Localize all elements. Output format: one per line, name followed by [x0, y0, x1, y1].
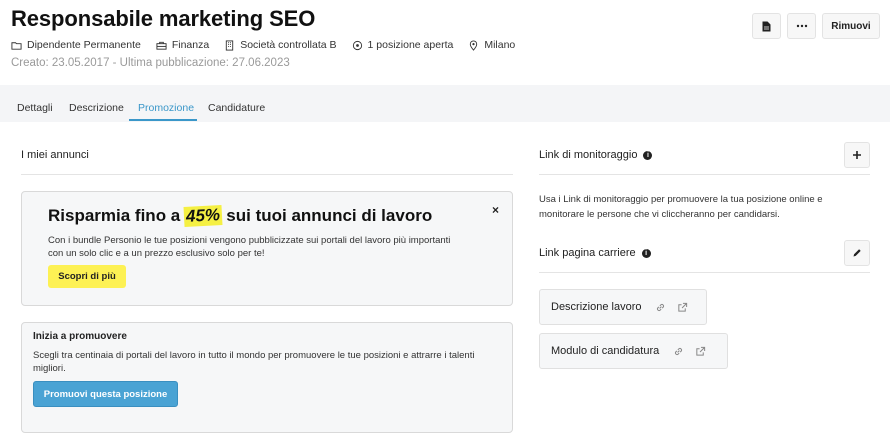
external-link-icon[interactable] [677, 302, 688, 313]
job-meta: Dipendente Permanente Finanza Società co… [11, 39, 530, 51]
start-promoting-text: Scegli tra centinaia di portali del lavo… [33, 350, 475, 374]
promo-text: Con i bundle Personio le tue posizioni v… [48, 235, 451, 259]
meta-department: Finanza [156, 39, 209, 51]
remove-button[interactable]: Rimuovi [822, 13, 880, 39]
document-button[interactable] [752, 13, 781, 39]
page-title: Responsabile marketing SEO [11, 6, 316, 31]
link-icon[interactable] [655, 302, 666, 313]
info-icon[interactable]: i [643, 150, 653, 160]
job-header: Responsabile marketing SEO Dipendente Pe… [0, 0, 890, 85]
tab-bar: Dettagli Descrizione Promozione Candidat… [0, 85, 890, 122]
active-tab-indicator [129, 119, 197, 121]
tracking-links-description: Usa i Link di monitoraggio per promuover… [539, 194, 823, 220]
discover-more-button[interactable]: Scopri di più [48, 265, 126, 288]
external-link-icon[interactable] [695, 346, 706, 357]
more-options-button[interactable] [787, 13, 816, 39]
meta-company: Società controllata B [224, 39, 337, 51]
location-pin-icon [470, 40, 478, 51]
folder-icon [11, 41, 22, 50]
edit-career-links-button[interactable] [844, 240, 870, 266]
chip-label: Descrizione lavoro [551, 301, 642, 313]
link-icon[interactable] [673, 346, 684, 357]
chip-label: Modulo di candidatura [551, 345, 660, 357]
ellipsis-icon [796, 24, 807, 28]
promo-title: Risparmia fino a 45% sui tuoi annunci di… [48, 205, 433, 227]
divider [21, 174, 513, 175]
career-page-links-title: Link pagina carriere i [539, 247, 651, 259]
tab-dettagli[interactable]: Dettagli [17, 102, 53, 114]
building-icon [226, 39, 234, 51]
divider [539, 272, 870, 273]
promote-position-button[interactable]: Promuovi questa posizione [33, 381, 178, 407]
meta-employment-type: Dipendente Permanente [11, 39, 141, 51]
job-description-link-chip[interactable]: Descrizione lavoro [539, 289, 707, 325]
briefcase-icon [156, 41, 167, 50]
meta-location: Milano [468, 39, 515, 51]
tab-descrizione[interactable]: Descrizione [69, 102, 124, 114]
info-icon[interactable]: i [641, 248, 651, 258]
pencil-icon [853, 249, 861, 257]
my-ads-title: I miei annunci [21, 149, 89, 161]
document-icon [762, 21, 771, 31]
tracking-links-title: Link di monitoraggio i [539, 149, 653, 161]
start-promoting-title: Inizia a promuovere [33, 331, 127, 342]
meta-openings: 1 posizione aperta [352, 39, 453, 51]
divider [539, 174, 870, 175]
application-form-link-chip[interactable]: Modulo di candidatura [539, 333, 728, 369]
tab-candidature[interactable]: Candidature [208, 102, 265, 114]
plus-icon [853, 151, 861, 159]
promo-highlight: 45% [183, 205, 223, 227]
add-tracking-link-button[interactable] [844, 142, 870, 168]
tab-promozione[interactable]: Promozione [138, 102, 194, 114]
start-promoting-card: Inizia a promuovere Scegli tra centinaia… [21, 322, 513, 433]
promo-banner: Risparmia fino a 45% sui tuoi annunci di… [21, 191, 513, 306]
target-icon [352, 40, 362, 50]
dates-info: Creato: 23.05.2017 - Ultima pubblicazion… [11, 57, 290, 69]
close-icon[interactable]: × [492, 203, 499, 217]
